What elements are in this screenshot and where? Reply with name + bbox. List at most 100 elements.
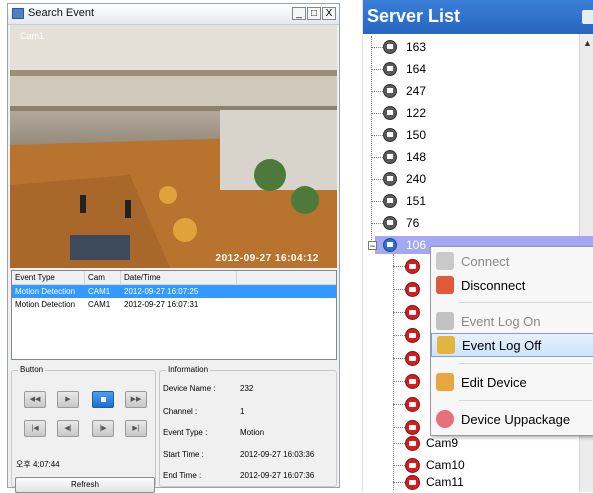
plug-disconnect-icon bbox=[436, 276, 454, 294]
camera-node[interactable] bbox=[393, 348, 420, 368]
event-cam-cell: CAM1 bbox=[88, 287, 111, 296]
minimize-button[interactable]: _ bbox=[292, 7, 306, 20]
maximize-button[interactable]: □ bbox=[307, 7, 321, 20]
camera-node[interactable]: Cam9 bbox=[393, 433, 458, 453]
refresh-button[interactable]: Refresh bbox=[15, 477, 155, 493]
server-label: 240 bbox=[406, 172, 427, 186]
server-home-icon bbox=[383, 84, 397, 98]
server-node[interactable]: 163 bbox=[371, 37, 426, 57]
last-frame-button[interactable]: ▶| bbox=[125, 420, 147, 437]
information-group: Information Device Name : 232 Channel : … bbox=[159, 365, 337, 487]
server-label: 151 bbox=[406, 194, 427, 208]
tree-branch bbox=[371, 156, 383, 158]
tree-branch bbox=[371, 68, 383, 70]
column-cam[interactable]: Cam bbox=[85, 271, 121, 284]
event-type-label: Event Type : bbox=[163, 428, 208, 437]
current-time: 오후 4:07:44 bbox=[16, 460, 60, 469]
step-forward-button[interactable]: |▶ bbox=[92, 420, 114, 437]
tree-branch bbox=[371, 178, 383, 180]
server-node[interactable]: 164 bbox=[371, 59, 426, 79]
menu-item-label: Event Log Off bbox=[462, 337, 542, 353]
camera-node[interactable] bbox=[393, 279, 420, 299]
video-timestamp: 2012-09-27 16:04:12 bbox=[215, 253, 319, 264]
server-home-icon bbox=[383, 106, 397, 120]
menu-separator bbox=[459, 302, 592, 303]
camera-icon bbox=[405, 457, 420, 473]
tree-branch bbox=[371, 222, 383, 224]
camera-icon bbox=[405, 281, 420, 297]
event-row[interactable]: Motion Detection CAM1 2012-09-27 16:07:3… bbox=[12, 298, 336, 311]
menu-item-disconnect[interactable]: Disconnect bbox=[431, 273, 593, 297]
server-label: 76 bbox=[406, 216, 420, 230]
first-frame-button[interactable]: |◀ bbox=[24, 420, 46, 437]
camera-node[interactable] bbox=[393, 371, 420, 391]
tree-branch bbox=[393, 403, 405, 405]
camera-node[interactable] bbox=[393, 256, 420, 276]
edit-user-icon bbox=[436, 373, 454, 391]
event-row[interactable]: Motion Detection CAM1 2012-09-27 16:07:2… bbox=[12, 285, 336, 298]
camera-label: Cam9 bbox=[426, 436, 459, 450]
camera-node[interactable]: Cam11 bbox=[393, 472, 464, 492]
server-node[interactable]: 247 bbox=[371, 81, 426, 101]
context-menu: Connect Disconnect Event Log On Event Lo… bbox=[430, 246, 593, 436]
tree-branch bbox=[393, 380, 405, 382]
server-label: 122 bbox=[406, 106, 427, 120]
camera-node[interactable] bbox=[393, 325, 420, 345]
fast-forward-button[interactable]: ▶▶ bbox=[125, 391, 147, 408]
search-event-window: Search Event _ □ X Cam1 2012-09-27 16:04… bbox=[7, 3, 340, 493]
server-node-selected[interactable]: 106 bbox=[383, 235, 426, 255]
scroll-up-arrow-icon[interactable]: ▲ bbox=[580, 38, 593, 50]
server-home-icon bbox=[383, 128, 397, 142]
event-list: Event Type Cam Date/Time Motion Detectio… bbox=[11, 270, 337, 360]
server-node[interactable]: 122 bbox=[371, 103, 426, 123]
camera-node[interactable] bbox=[393, 394, 420, 414]
title-bar: Search Event _ □ X bbox=[8, 4, 339, 25]
menu-item-label: Event Log On bbox=[461, 313, 541, 329]
menu-item-event-log-off[interactable]: Event Log Off bbox=[431, 333, 593, 357]
server-node[interactable]: 150 bbox=[371, 125, 426, 145]
menu-item-device-uppackage[interactable]: Device Uppackage bbox=[431, 407, 593, 431]
app-icon bbox=[12, 8, 24, 19]
menu-item-connect[interactable]: Connect bbox=[431, 249, 593, 273]
menu-item-edit-device[interactable]: Edit Device bbox=[431, 370, 593, 394]
tree-branch bbox=[393, 357, 405, 359]
end-time-value: 2012-09-27 16:07:36 bbox=[240, 471, 315, 480]
server-label: 148 bbox=[406, 150, 427, 164]
column-event-type[interactable]: Event Type bbox=[12, 271, 85, 284]
server-label: 163 bbox=[406, 40, 427, 54]
server-label: 106 bbox=[406, 238, 427, 252]
camera-icon bbox=[405, 304, 420, 320]
server-home-icon bbox=[383, 40, 397, 54]
server-node[interactable]: 148 bbox=[371, 147, 426, 167]
menu-item-event-log-on[interactable]: Event Log On bbox=[431, 309, 593, 333]
tree-branch bbox=[393, 464, 405, 466]
server-label: 150 bbox=[406, 128, 427, 142]
server-icon bbox=[582, 10, 593, 24]
device-name-value: 232 bbox=[240, 384, 254, 393]
event-type-cell: Motion Detection bbox=[15, 287, 76, 296]
close-button[interactable]: X bbox=[322, 7, 336, 20]
channel-label: Channel : bbox=[163, 407, 198, 416]
rewind-button[interactable]: ◀◀ bbox=[24, 391, 46, 408]
column-datetime[interactable]: Date/Time bbox=[121, 271, 237, 284]
server-node[interactable]: 76 bbox=[371, 213, 419, 233]
camera-label: Cam11 bbox=[426, 475, 464, 489]
collapse-toggle[interactable]: − bbox=[368, 241, 377, 251]
camera-label: Cam1 bbox=[20, 31, 45, 41]
camera-node[interactable] bbox=[393, 302, 420, 322]
stop-button[interactable] bbox=[92, 391, 114, 408]
camera-label: Cam10 bbox=[426, 458, 465, 472]
server-label: 247 bbox=[406, 84, 427, 98]
server-home-icon bbox=[383, 216, 397, 230]
play-button[interactable]: ▶ bbox=[57, 391, 79, 408]
package-icon bbox=[436, 410, 454, 428]
step-back-button[interactable]: ◀| bbox=[57, 420, 79, 437]
window-title: Search Event bbox=[28, 7, 95, 19]
server-home-icon bbox=[383, 194, 397, 208]
camera-icon bbox=[405, 396, 420, 412]
camera-icon bbox=[405, 350, 420, 366]
tree-branch bbox=[393, 311, 405, 313]
server-node[interactable]: 151 bbox=[371, 191, 426, 211]
server-node[interactable]: 240 bbox=[371, 169, 426, 189]
tree-branch bbox=[371, 200, 383, 202]
